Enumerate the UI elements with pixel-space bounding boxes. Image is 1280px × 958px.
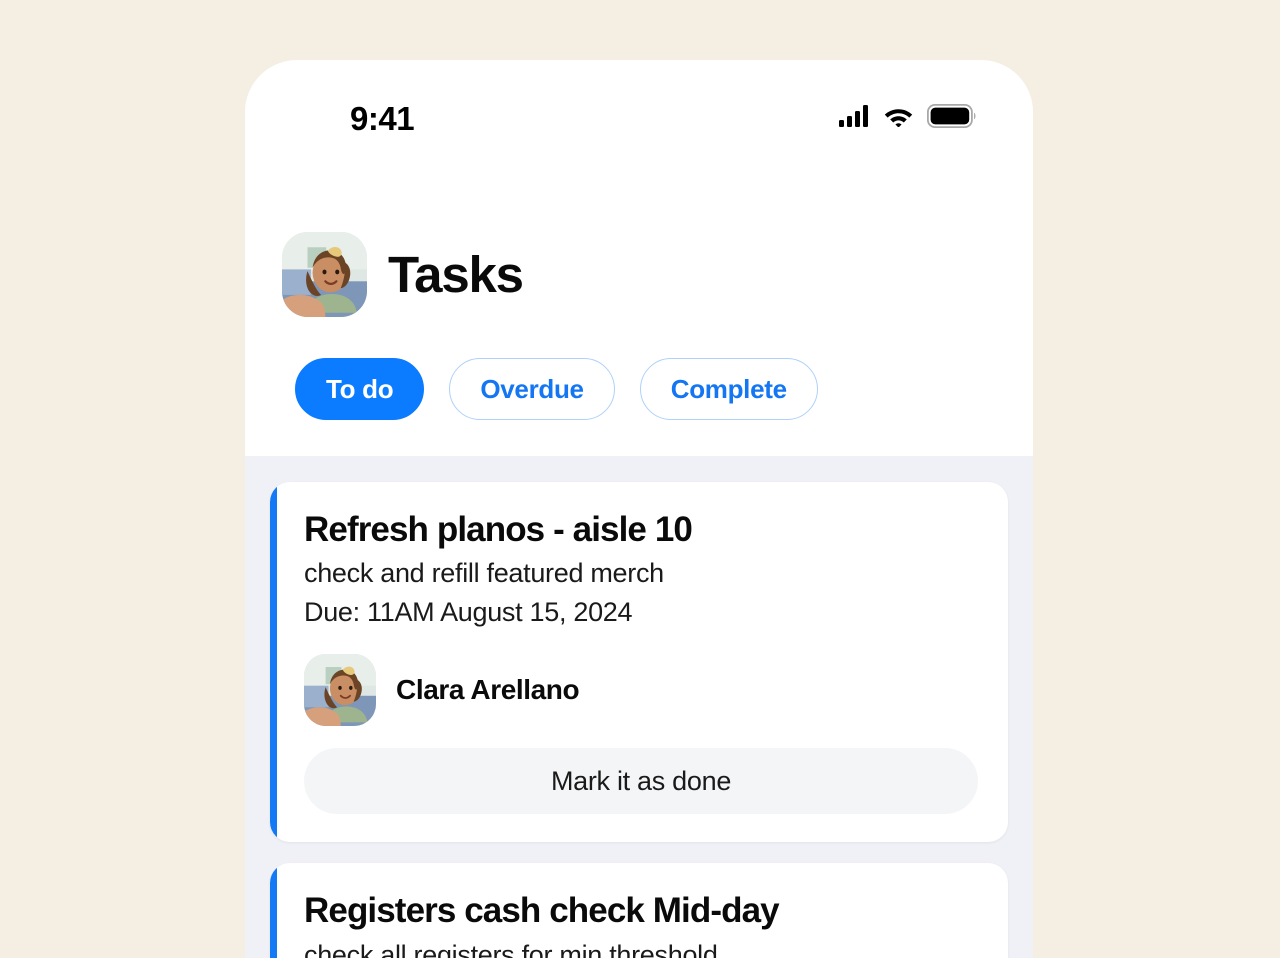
phone-screen: 9:41 Tasks To do Overdue Complete Refres… — [245, 60, 1033, 958]
task-due-date: Due: 11AM August 15, 2024 — [304, 597, 633, 628]
filter-tabs: To do Overdue Complete — [270, 317, 1008, 420]
task-description: check all registers for min threshold — [304, 939, 718, 958]
task-list[interactable]: Refresh planos - aisle 10 check and refi… — [245, 456, 1033, 958]
page-title: Tasks — [388, 246, 524, 303]
status-bar: 9:41 — [245, 60, 1033, 146]
status-bar-time: 9:41 — [350, 99, 415, 137]
assignee-name: Clara Arellano — [396, 674, 580, 706]
task-description: check and refill featured merch — [304, 558, 664, 589]
cellular-signal-icon — [839, 104, 870, 132]
assignee-row: Clara Arellano — [304, 654, 978, 727]
task-card[interactable]: Registers cash check Mid-day check all r… — [270, 863, 1008, 958]
mark-as-done-button[interactable]: Mark it as done — [304, 748, 978, 815]
wifi-icon — [883, 105, 914, 132]
battery-full-icon — [926, 103, 977, 133]
task-card[interactable]: Refresh planos - aisle 10 check and refi… — [270, 482, 1008, 843]
status-bar-icons — [839, 103, 977, 133]
tab-complete[interactable]: Complete — [639, 358, 818, 420]
assignee-avatar-photo — [304, 654, 376, 727]
task-title: Refresh planos - aisle 10 — [304, 510, 693, 549]
tab-to-do[interactable]: To do — [295, 358, 425, 420]
tab-overdue[interactable]: Overdue — [449, 358, 615, 420]
header-row: Tasks — [270, 146, 1008, 317]
user-avatar-photo[interactable] — [282, 232, 367, 317]
task-title: Registers cash check Mid-day — [304, 891, 780, 931]
app-header: Tasks To do Overdue Complete — [245, 146, 1033, 456]
